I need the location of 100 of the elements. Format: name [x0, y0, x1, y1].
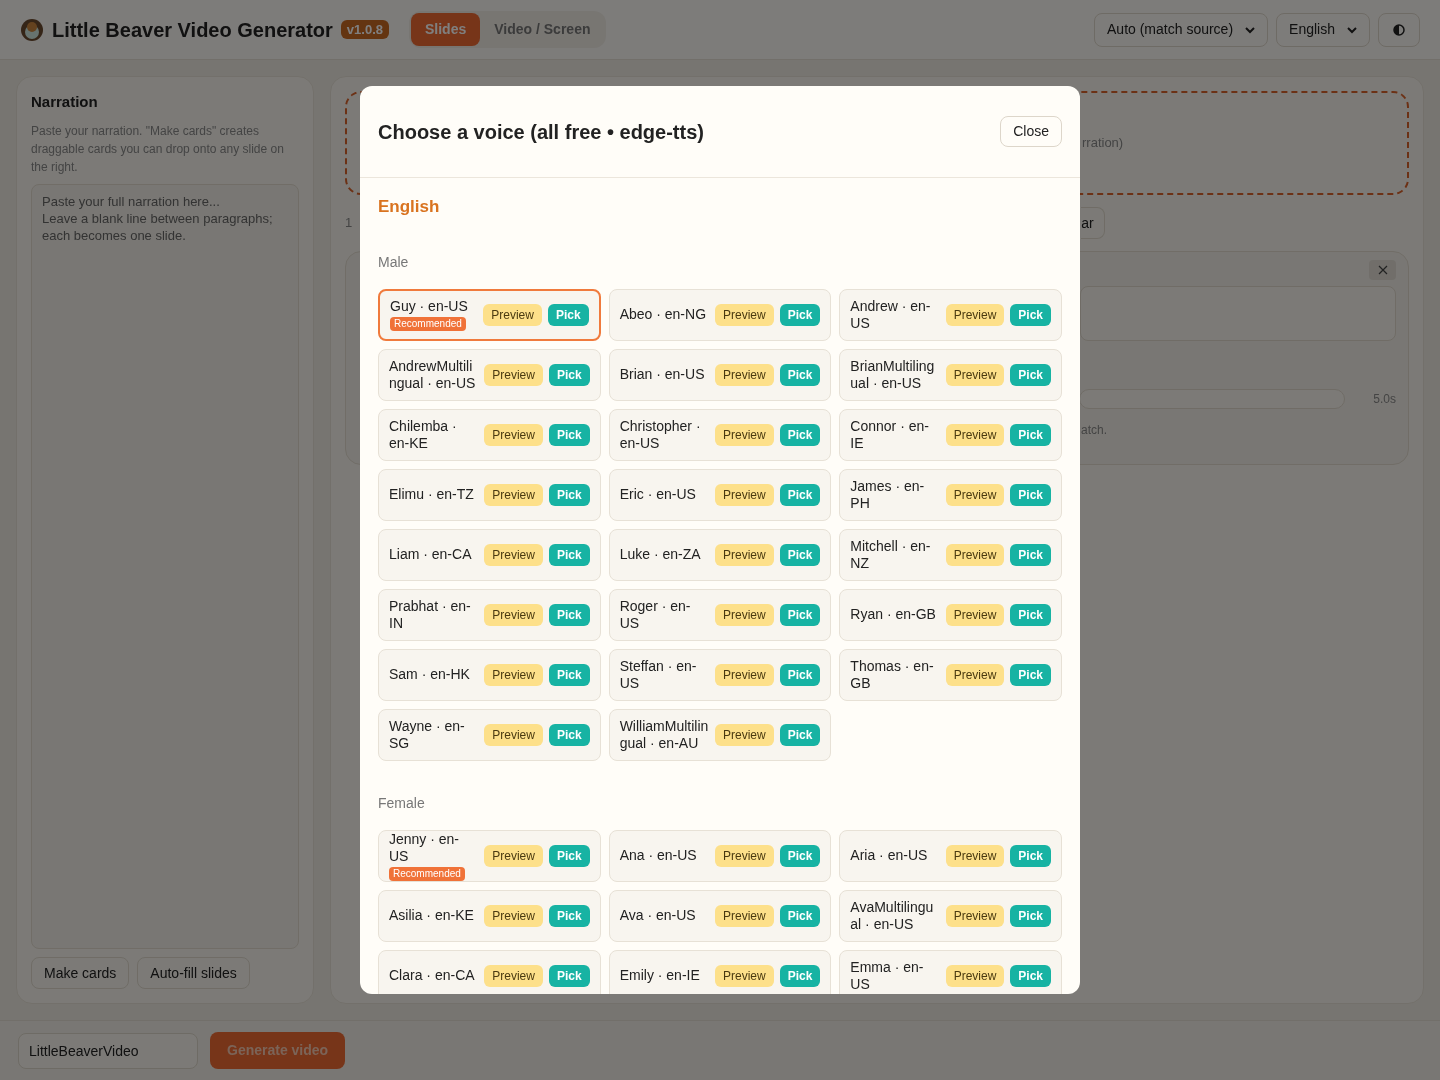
preview-button[interactable]: Preview	[945, 904, 1005, 927]
voice-card[interactable]: Mitchell · en-NZ Preview Pick	[839, 528, 1062, 581]
preview-button[interactable]: Preview	[484, 844, 543, 867]
preview-button[interactable]: Preview	[945, 543, 1005, 566]
preview-button[interactable]: Preview	[714, 844, 774, 867]
voice-name: Christopher · en-US	[619, 417, 702, 452]
voice-card[interactable]: Ava · en-US Preview Pick	[608, 889, 832, 942]
preview-button[interactable]: Preview	[484, 723, 543, 746]
preview-button[interactable]: Preview	[484, 964, 543, 987]
voice-card[interactable]: Roger · en-US Preview Pick	[608, 588, 832, 641]
dropdown[interactable]: English	[1276, 12, 1370, 47]
panel-button[interactable]: Make cards	[31, 957, 130, 989]
voice-name: Brian · en-US	[619, 366, 705, 383]
voice-name: Prabhat · en-IN	[389, 597, 472, 632]
voice-card[interactable]: Thomas · en-GB Preview Pick	[839, 648, 1062, 701]
voice-name: Connor · en-IE	[850, 417, 930, 452]
theme-toggle-button[interactable]	[1378, 12, 1420, 47]
preview-button[interactable]: Preview	[945, 303, 1005, 326]
preview-button[interactable]: Preview	[714, 904, 774, 927]
recommended-badge: Recommended	[390, 317, 466, 331]
voice-card[interactable]: Asilia · en-KE Preview Pick	[378, 889, 601, 942]
voice-card[interactable]: Wayne · en-SG Preview Pick	[378, 708, 601, 761]
slide-text-field[interactable]	[1080, 286, 1396, 341]
voice-card[interactable]: Guy · en-US Recommended Preview Pick	[378, 288, 601, 341]
voice-card[interactable]: WilliamMultilingual · en-AU Preview Pick	[608, 708, 832, 761]
voice-card[interactable]: Eric · en-US Preview Pick	[608, 468, 832, 521]
preview-button[interactable]: Preview	[945, 603, 1005, 626]
close-button[interactable]	[1369, 260, 1396, 280]
voice-card[interactable]: Ryan · en-GB Preview Pick	[839, 588, 1062, 641]
voice-card[interactable]: James · en-PH Preview Pick	[839, 468, 1062, 521]
narration-field[interactable]: Paste your full narration here... Leave a blank line between paragraphs; each becomes one slide.	[31, 183, 299, 949]
voice-name: Asilia · en-KE	[389, 907, 474, 924]
voice-card[interactable]: Sam · en-HK Preview Pick	[378, 648, 601, 701]
logo-icon	[20, 16, 44, 43]
dropdown[interactable]: Auto (match source)	[1094, 12, 1269, 47]
drop-zone-text: rration)	[1082, 134, 1124, 153]
voice-card[interactable]: Chilemba · en-KE Preview Pick	[378, 408, 601, 461]
filename-field[interactable]: LittleBeaverVideo	[18, 1032, 198, 1069]
preview-button[interactable]: Preview	[714, 483, 774, 506]
preview-button[interactable]: Preview	[714, 543, 774, 566]
language-heading: English	[378, 196, 441, 218]
voice-card[interactable]: Emily · en-IE Preview Pick	[608, 949, 832, 994]
voice-name: Steffan · en-US	[619, 657, 698, 692]
preview-button[interactable]: Preview	[484, 543, 543, 566]
preview-button[interactable]: Preview	[714, 423, 774, 446]
voice-card[interactable]: Jenny · en-US Recommended Preview Pick	[378, 829, 601, 882]
voice-name: Sam · en-HK	[389, 666, 470, 683]
voice-card[interactable]: Prabhat · en-IN Preview Pick	[378, 588, 601, 641]
voice-card[interactable]: Christopher · en-US Preview Pick	[608, 408, 832, 461]
voice-name: Abeo · en-NG	[619, 306, 707, 323]
voice-name: Luke · en-ZA	[619, 546, 701, 563]
chevron-down-icon	[1245, 25, 1256, 34]
panel-button[interactable]: Auto-fill slides	[137, 957, 250, 989]
close-button[interactable]: Close	[1000, 116, 1062, 147]
voice-name: Roger · en-US	[619, 597, 692, 632]
preview-button[interactable]: Preview	[483, 303, 542, 326]
preview-button[interactable]: Preview	[484, 603, 543, 626]
panel-title: Narration	[31, 92, 99, 112]
voice-name: Mitchell · en-NZ	[850, 537, 932, 572]
clear-button[interactable]: ar	[1081, 207, 1105, 239]
voice-card[interactable]: AndrewMultilingual · en-US Preview Pick	[378, 348, 601, 401]
app-title: Little Beaver Video Generator	[52, 17, 333, 43]
voice-card[interactable]: Emma · en-US Preview Pick	[839, 949, 1062, 994]
voice-card[interactable]: AvaMultilingual · en-US Preview Pick	[839, 889, 1062, 942]
voice-name: AndrewMultilingual · en-US	[389, 357, 477, 392]
preview-button[interactable]: Preview	[484, 423, 543, 446]
preview-button[interactable]: Preview	[945, 483, 1005, 506]
voice-card[interactable]: Liam · en-CA Preview Pick	[378, 528, 601, 581]
voice-card[interactable]: Luke · en-ZA Preview Pick	[608, 528, 832, 581]
voice-card[interactable]: BrianMultilingual · en-US Preview Pick	[839, 348, 1062, 401]
voice-card[interactable]: Elimu · en-TZ Preview Pick	[378, 468, 601, 521]
voice-card[interactable]: Ana · en-US Preview Pick	[608, 829, 832, 882]
voice-card[interactable]: Connor · en-IE Preview Pick	[839, 408, 1062, 461]
preview-button[interactable]: Preview	[484, 483, 543, 506]
voice-card[interactable]: Andrew · en-US Preview Pick	[839, 288, 1062, 341]
preview-button[interactable]: Preview	[484, 904, 543, 927]
preview-button[interactable]: Preview	[714, 303, 774, 326]
preview-button[interactable]: Preview	[714, 964, 774, 987]
voice-name: Ava · en-US	[619, 907, 696, 924]
voice-name: Guy · en-US	[390, 298, 468, 315]
contrast-icon	[1393, 23, 1405, 36]
preview-button[interactable]: Preview	[945, 363, 1005, 386]
preview-button[interactable]: Preview	[714, 663, 774, 686]
preview-button[interactable]: Preview	[484, 363, 543, 386]
preview-button[interactable]: Preview	[484, 663, 543, 686]
voice-card[interactable]: Aria · en-US Preview Pick	[839, 829, 1062, 882]
voice-name: Elimu · en-TZ	[389, 486, 474, 503]
voice-name: Clara · en-CA	[389, 967, 475, 984]
preview-button[interactable]: Preview	[714, 363, 774, 386]
voice-name: Ana · en-US	[619, 847, 697, 864]
voice-card[interactable]: Abeo · en-NG Preview Pick	[608, 288, 832, 341]
preview-button[interactable]: Preview	[714, 603, 774, 626]
voice-card[interactable]: Brian · en-US Preview Pick	[608, 348, 832, 401]
preview-button[interactable]: Preview	[945, 423, 1005, 446]
preview-button[interactable]: Preview	[945, 844, 1005, 867]
preview-button[interactable]: Preview	[714, 723, 774, 746]
preview-button[interactable]: Preview	[945, 964, 1005, 987]
voice-card[interactable]: Steffan · en-US Preview Pick	[608, 648, 832, 701]
preview-button[interactable]: Preview	[945, 663, 1005, 686]
voice-card[interactable]: Clara · en-CA Preview Pick	[378, 949, 601, 994]
